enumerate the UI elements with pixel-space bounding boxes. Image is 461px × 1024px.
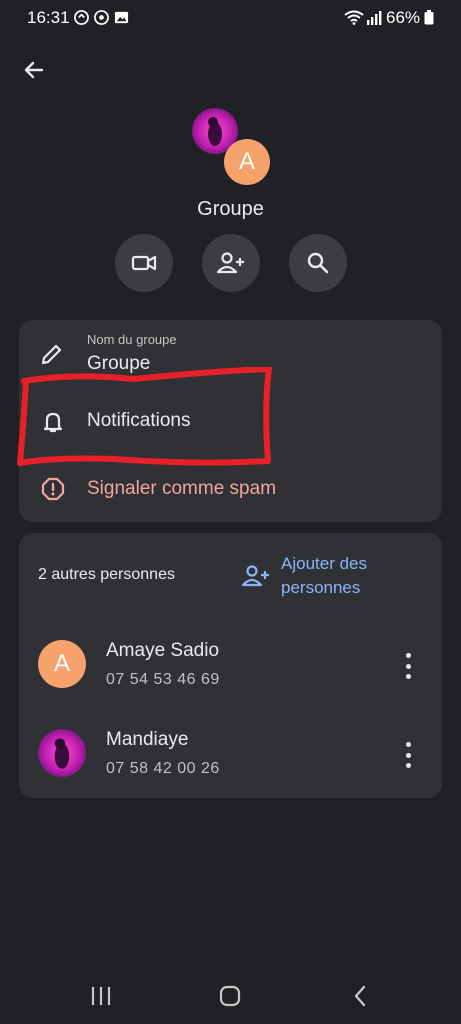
back-arrow-icon[interactable] [22, 58, 46, 82]
home-icon[interactable] [218, 984, 242, 1008]
more-options-icon[interactable] [398, 653, 418, 679]
group-title: Groupe [197, 198, 264, 220]
person-add-icon [241, 565, 269, 587]
member-phone: 07 54 53 46 69 [106, 671, 220, 688]
add-people-button[interactable]: Ajouter des personnes [238, 552, 398, 602]
status-bar: 16:31 66% [0, 0, 461, 36]
back-nav-icon[interactable] [350, 984, 370, 1008]
battery-icon [424, 10, 434, 25]
group-name-label: Nom du groupe [87, 332, 177, 347]
member-name: Amaye Sadio [106, 640, 220, 661]
signal-icon [367, 11, 382, 25]
battery-level: 66% [386, 8, 421, 27]
annotation-highlight [17, 367, 272, 466]
member-name: Mandiaye [106, 729, 189, 750]
report-icon [41, 477, 65, 501]
video-icon [131, 255, 157, 271]
avatar: A [38, 640, 86, 688]
group-avatar-letter: A [224, 139, 270, 185]
avatar [38, 729, 86, 777]
recent-apps-icon[interactable] [90, 984, 112, 1008]
search-button[interactable] [289, 234, 347, 292]
add-person-button[interactable] [202, 234, 260, 292]
add-people-label-line2: personnes [281, 578, 361, 597]
pencil-icon [41, 344, 62, 365]
video-call-button[interactable] [115, 234, 173, 292]
member-phone: 07 58 42 00 26 [106, 760, 220, 777]
sync-icon [74, 10, 89, 25]
add-people-label-line1: Ajouter des [281, 554, 367, 573]
more-options-icon[interactable] [398, 742, 418, 768]
status-time: 16:31 [27, 8, 70, 27]
image-icon [114, 11, 129, 24]
report-spam-row[interactable]: Signaler comme spam [19, 468, 442, 510]
wifi-icon [344, 10, 364, 25]
member-row[interactable]: A Amaye Sadio 07 54 53 46 69 [19, 630, 442, 700]
members-count: 2 autres personnes [38, 566, 175, 583]
soccer-ball-icon [94, 10, 109, 25]
member-row[interactable]: Mandiaye 07 58 42 00 26 [19, 720, 442, 790]
search-icon [307, 252, 329, 274]
report-spam-label: Signaler comme spam [87, 478, 277, 499]
person-add-icon [216, 252, 244, 274]
